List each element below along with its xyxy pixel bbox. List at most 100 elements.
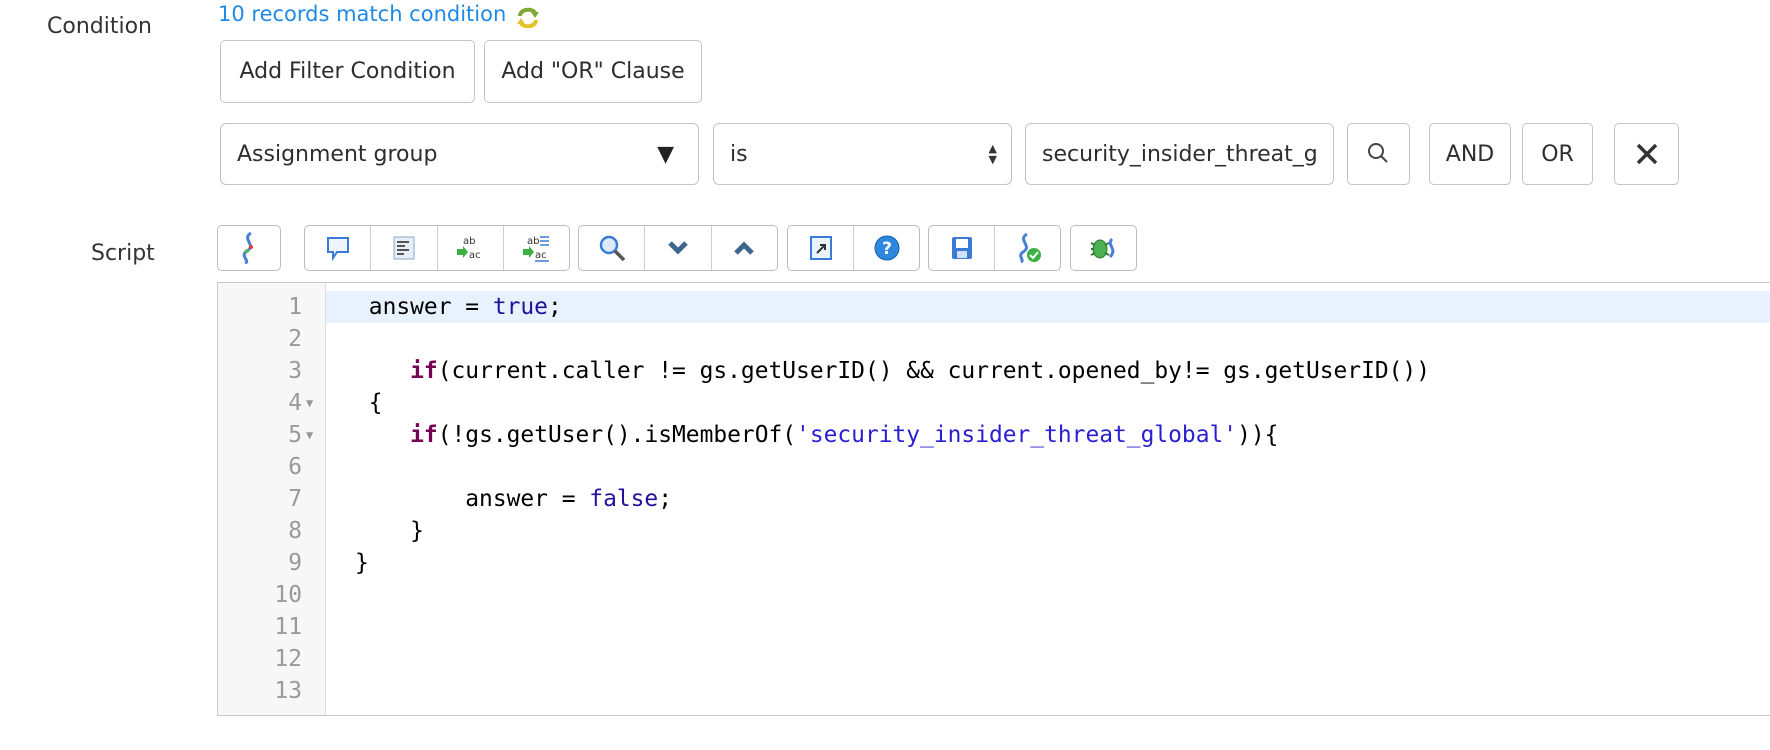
syntax-check-button[interactable] [995,226,1060,270]
save-icon [951,237,972,259]
field-select-value: Assignment group [237,141,438,167]
close-icon [1636,143,1657,165]
code-line[interactable]: 11 [218,611,1770,643]
code-text: if(current.caller != gs.getUserID() && c… [326,355,1770,387]
atom-token: false [589,486,659,512]
code-line[interactable]: 3 if(current.caller != gs.getUserID() &&… [218,355,1770,387]
svg-text:?: ? [882,239,892,259]
or-button[interactable]: OR [1522,123,1593,185]
code-line[interactable]: 5 ▼ if(!gs.getUser().isMemberOf('security… [218,419,1770,451]
line-number: 9 [288,550,302,576]
search-icon [599,235,625,262]
code-lines[interactable]: 1 answer = true; 2 3 if(current.caller != … [218,291,1770,707]
code-line[interactable]: 13 [218,675,1770,707]
line-number: 3 [288,358,302,384]
script-label: Script [91,241,155,266]
field-select[interactable]: Assignment group ▼ [220,123,699,185]
code-token: answer = [355,294,493,320]
line-number: 7 [288,486,302,512]
debug-button[interactable] [1071,226,1136,270]
script-include-icon [242,231,253,265]
code-line[interactable]: 12 [218,643,1770,675]
fold-arrow-icon[interactable]: ▼ [306,419,313,451]
help-icon: ? [874,235,899,261]
line-number: 6 [288,454,302,480]
refresh-icon[interactable] [515,4,541,36]
code-line[interactable]: 6 [218,451,1770,483]
svg-text:ac: ac [535,250,547,261]
find-previous-button[interactable] [712,226,777,270]
code-line[interactable]: 9} [218,547,1770,579]
code-line[interactable]: 8 } [218,515,1770,547]
dropdown-arrow-icon: ▼ [657,141,674,167]
comment-button[interactable] [305,226,372,270]
line-number: 5 [288,422,302,448]
records-match-link[interactable]: 10 records match condition [218,2,506,26]
code-text: { [326,387,1770,419]
svg-text:ab: ab [527,236,539,247]
code-token: } [355,518,424,544]
code-line[interactable]: 7 answer = false; [218,483,1770,515]
svg-text:ac: ac [469,250,481,261]
updown-arrow-icon: ▲ ▼ [988,142,997,166]
code-token: answer = [355,486,590,512]
remove-condition-button[interactable] [1614,123,1679,185]
add-filter-condition-button[interactable]: Add Filter Condition [220,40,475,103]
lookup-button[interactable] [1347,123,1410,185]
find-next-button[interactable] [645,226,712,270]
fullscreen-icon [809,236,832,260]
line-number: 10 [274,582,302,608]
fold-arrow-icon[interactable]: ▼ [306,387,313,419]
value-input[interactable]: security_insider_threat_g [1025,123,1334,185]
replace-all-button[interactable]: ab ac [504,226,569,270]
format-code-icon [393,236,415,260]
toolbar-group-6 [1070,225,1137,271]
format-code-button[interactable] [371,226,438,270]
code-token: ; [658,486,673,512]
search-icon [1367,143,1388,163]
replace-icon: ab ac [457,236,481,261]
and-button[interactable]: AND [1429,123,1511,185]
code-token: (!gs.getUser().isMemberOf( [437,422,797,448]
comment-icon [326,237,349,261]
script-include-button[interactable] [218,226,280,270]
search-button[interactable] [579,226,646,270]
code-line[interactable]: 4 ▼ { [218,387,1770,419]
code-line[interactable]: 2 [218,323,1770,355]
add-or-clause-button[interactable]: Add "OR" Clause [484,40,702,103]
svg-text:ab: ab [463,236,475,247]
toolbar-group-4: ? [787,225,920,271]
debug-icon [1090,237,1114,259]
replace-button[interactable]: ab ac [438,226,504,270]
code-token: { [355,390,383,416]
help-button[interactable]: ? [854,226,919,270]
line-number: 2 [288,326,302,352]
atom-token: true [492,294,548,320]
toolbar-group-2: ab ac ab ac [304,225,570,271]
code-line[interactable]: 10 [218,579,1770,611]
fullscreen-button[interactable] [788,226,854,270]
replace-all-icon: ab ac [523,236,550,262]
line-number: 4 [288,390,302,416]
line-number: 13 [274,678,302,704]
code-text: } [326,515,1770,547]
toolbar-group-3 [578,225,778,271]
save-button[interactable] [929,226,995,270]
toolbar-group-5 [928,225,1061,271]
syntax-check-icon [1018,232,1041,264]
code-text: answer = false; [326,483,1770,515]
value-input-text: security_insider_threat_g [1042,141,1318,167]
code-token: ; [547,294,562,320]
code-text: } [326,547,1770,579]
operator-select-value: is [730,141,748,167]
code-line[interactable]: 1 answer = true; [218,291,1770,323]
script-editor[interactable]: 1 answer = true; 2 3 if(current.caller != … [217,282,1770,716]
line-number: 8 [288,518,302,544]
operator-select[interactable]: is ▲ ▼ [713,123,1012,185]
